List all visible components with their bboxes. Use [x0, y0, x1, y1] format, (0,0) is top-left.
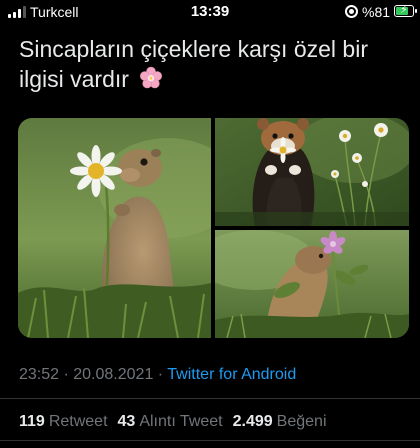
tweet-body: Sincapların çiçeklere karşı özel bir ilg…: [19, 36, 368, 92]
media-grid[interactable]: [18, 118, 409, 338]
status-bar: Turkcell 13:39 %81 ⚡: [0, 0, 420, 24]
likes-label: Beğeni: [276, 413, 327, 430]
tweet-timestamp: 23:52 · 20.08.2021: [19, 366, 154, 383]
battery-charging-icon: ⚡: [394, 4, 417, 17]
quote-tweets-count: 43: [117, 413, 136, 430]
photo-hamster-daisies[interactable]: [215, 118, 409, 226]
tweet-meta: 23:52 · 20.08.2021 · Twitter for Android: [19, 366, 296, 384]
quote-tweets-label: Alıntı Tweet: [139, 413, 223, 430]
tweet-stats: 119 Retweet 43 Alıntı Tweet 2.499 Beğeni: [19, 413, 327, 431]
orientation-lock-icon: [345, 5, 358, 18]
tweet-source-link[interactable]: Twitter for Android: [167, 366, 296, 383]
likes-count: 2.499: [232, 413, 273, 430]
divider: [0, 398, 420, 399]
photo-squirrel-daisy[interactable]: [18, 118, 211, 338]
likes-stat[interactable]: 2.499 Beğeni: [233, 413, 327, 431]
cherry-blossom-icon: [140, 66, 163, 89]
meta-separator: ·: [153, 366, 168, 383]
tweet-text: Sincapların çiçeklere karşı özel bir ilg…: [19, 34, 409, 94]
retweets-stat[interactable]: 119 Retweet: [19, 413, 108, 431]
retweets-count: 119: [19, 413, 45, 430]
photo-squirrel-pink-flower[interactable]: [215, 230, 409, 338]
battery-percentage: %81: [362, 4, 391, 20]
retweets-label: Retweet: [48, 413, 108, 430]
divider: [0, 440, 420, 441]
quote-tweets-stat[interactable]: 43 Alıntı Tweet: [118, 413, 223, 431]
charging-bolt-icon: ⚡: [400, 4, 408, 16]
